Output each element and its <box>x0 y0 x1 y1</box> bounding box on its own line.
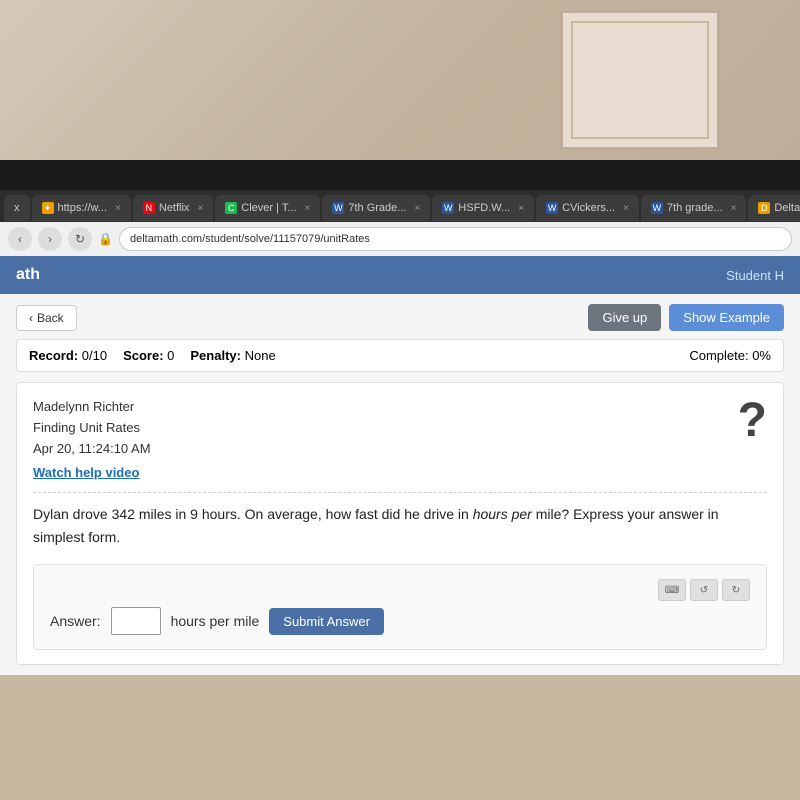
complete-label: Complete: <box>689 348 748 363</box>
redo-icon[interactable]: ↻ <box>722 579 750 601</box>
show-example-button[interactable]: Show Example <box>669 304 784 331</box>
tabs-bar: x ✦ https://w... × N Netflix × C Clever … <box>0 190 800 222</box>
score-value: 0 <box>167 348 174 363</box>
chevron-left-icon: ‹ <box>29 311 33 325</box>
watch-help-link[interactable]: Watch help video <box>33 465 767 480</box>
tab-7thgrade[interactable]: W 7th Grade... × <box>322 195 430 221</box>
penalty-text: Penalty: None <box>190 348 275 363</box>
forward-nav-button[interactable]: › <box>38 227 62 251</box>
app-title: ath <box>16 266 40 284</box>
record-label: Record: <box>29 348 78 363</box>
complete-text: Complete: 0% <box>689 348 771 363</box>
answer-area: ⌨ ↺ ↻ Answer: hours per mile Submit Answ… <box>33 564 767 650</box>
record-text: Record: 0/10 <box>29 348 107 363</box>
tab-netflix[interactable]: N Netflix × <box>133 195 213 221</box>
keyboard-icon[interactable]: ⌨ <box>658 579 686 601</box>
record-value: 0/10 <box>82 348 107 363</box>
room-background <box>0 0 800 160</box>
problem-header: Madelynn Richter Finding Unit Rates Apr … <box>33 397 767 459</box>
answer-input[interactable] <box>111 607 161 635</box>
student-name: Madelynn Richter <box>33 397 151 418</box>
topic: Finding Unit Rates <box>33 418 151 439</box>
browser-chrome: x ✦ https://w... × N Netflix × C Clever … <box>0 190 800 256</box>
problem-text: Dylan drove 342 miles in 9 hours. On ave… <box>33 503 767 548</box>
question-part1: Dylan drove 342 miles in 9 hours. On ave… <box>33 506 469 522</box>
action-bar: ‹ Back Give up Show Example <box>16 304 784 331</box>
question-italic: hours per <box>473 506 532 522</box>
tools-row: ⌨ ↺ ↻ <box>50 579 750 601</box>
problem-card: Madelynn Richter Finding Unit Rates Apr … <box>16 382 784 665</box>
answer-label: Answer: <box>50 613 101 629</box>
date: Apr 20, 11:24:10 AM <box>33 439 151 460</box>
divider <box>33 492 767 493</box>
complete-value: 0% <box>752 348 771 363</box>
tab-hsfd[interactable]: W HSFD.W... × <box>432 195 534 221</box>
app-header: ath Student H <box>0 256 800 294</box>
tab-https[interactable]: ✦ https://w... × <box>32 195 131 221</box>
tab-clever[interactable]: C Clever | T... × <box>215 195 320 221</box>
penalty-label: Penalty: <box>190 348 241 363</box>
action-buttons: Give up Show Example <box>588 304 784 331</box>
back-label: Back <box>37 311 64 325</box>
door <box>560 10 720 150</box>
tab-7thgrade2[interactable]: W 7th grade... × <box>641 195 747 221</box>
address-bar-row: ‹ › ↻ 🔒 <box>0 222 800 256</box>
address-input[interactable] <box>119 227 792 251</box>
back-nav-button[interactable]: ‹ <box>8 227 32 251</box>
answer-unit: hours per mile <box>171 613 260 629</box>
content-area: ‹ Back Give up Show Example Record: 0/10… <box>0 294 800 675</box>
record-bar: Record: 0/10 Score: 0 Penalty: None Comp… <box>16 339 784 372</box>
question-mark-icon: ? <box>738 397 767 445</box>
student-info: Madelynn Richter Finding Unit Rates Apr … <box>33 397 151 459</box>
tab-cvickers[interactable]: W CVickers... × <box>536 195 639 221</box>
score-label: Score: <box>123 348 163 363</box>
refresh-button[interactable]: ↻ <box>68 227 92 251</box>
tab-x[interactable]: x <box>4 195 30 221</box>
answer-row: Answer: hours per mile Submit Answer <box>50 607 750 635</box>
record-info: Record: 0/10 Score: 0 Penalty: None <box>29 348 276 363</box>
monitor-bezel <box>0 160 800 190</box>
undo-icon[interactable]: ↺ <box>690 579 718 601</box>
student-label: Student H <box>726 268 784 283</box>
back-button[interactable]: ‹ Back <box>16 305 77 331</box>
give-up-button[interactable]: Give up <box>588 304 661 331</box>
submit-button[interactable]: Submit Answer <box>269 608 384 635</box>
tab-deltamath[interactable]: D DeltaMat... × <box>748 195 800 221</box>
penalty-value: None <box>245 348 276 363</box>
score-text: Score: 0 <box>123 348 174 363</box>
